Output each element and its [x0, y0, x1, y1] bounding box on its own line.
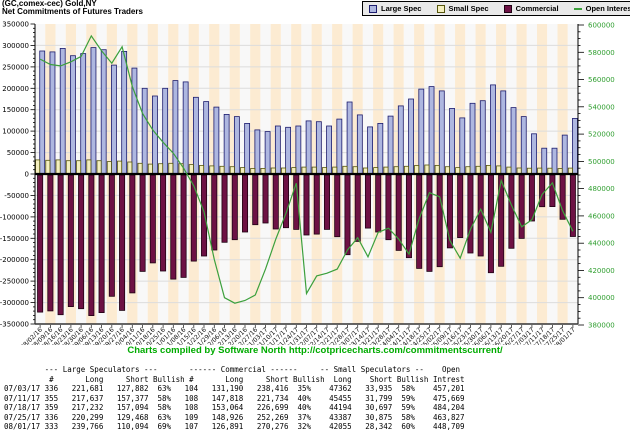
- svg-text:-300000: -300000: [0, 299, 29, 307]
- legend-item-small-spec: Small Spec: [437, 4, 489, 13]
- svg-text:540000: 540000: [588, 103, 615, 111]
- svg-text:460000: 460000: [588, 212, 615, 220]
- svg-text:250000: 250000: [2, 63, 29, 71]
- svg-text:300000: 300000: [2, 42, 29, 50]
- svg-text:150000: 150000: [2, 106, 29, 114]
- svg-text:350000: 350000: [2, 21, 29, 29]
- svg-text:500000: 500000: [588, 158, 615, 166]
- chart-title: (GC,comex-cec) Gold,NY Net Commitments o…: [2, 0, 143, 16]
- svg-text:600000: 600000: [588, 22, 615, 30]
- svg-text:50000: 50000: [7, 149, 29, 157]
- svg-text:-350000: -350000: [0, 321, 29, 329]
- svg-text:-100000: -100000: [0, 213, 29, 221]
- x-axis: [35, 324, 578, 328]
- small-spec-swatch-icon: [437, 5, 445, 13]
- svg-text:380000: 380000: [588, 322, 615, 330]
- svg-text:560000: 560000: [588, 76, 615, 84]
- legend-item-commercial: Commercial: [504, 4, 559, 13]
- legend-item-open-interest: Open Interest: [574, 4, 630, 13]
- svg-text:580000: 580000: [588, 49, 615, 57]
- commercial-swatch-icon: [504, 5, 512, 13]
- legend-item-large-spec: Large Spec: [369, 4, 421, 13]
- left-axis: -350000 -300000 -250000 -200000 -150000 -1000…: [0, 21, 35, 329]
- credits-caption: Charts compiled by Software North http:/…: [0, 345, 630, 356]
- large-spec-swatch-icon: [369, 5, 377, 13]
- svg-text:-250000: -250000: [0, 278, 29, 286]
- svg-text:0: 0: [25, 171, 29, 179]
- legend-label: Open Interest: [586, 4, 630, 13]
- legend-label: Small Spec: [449, 4, 489, 13]
- svg-text:100000: 100000: [2, 128, 29, 136]
- svg-text:480000: 480000: [588, 185, 615, 193]
- svg-text:-200000: -200000: [0, 256, 29, 264]
- svg-text:400000: 400000: [588, 294, 615, 302]
- legend-label: Commercial: [516, 4, 559, 13]
- legend: Large Spec Small Spec Commercial Open Inter…: [362, 1, 630, 16]
- cot-data-table: --- Large Speculators --- ------ Commerc…: [4, 365, 465, 432]
- svg-text:520000: 520000: [588, 131, 615, 139]
- open-interest-swatch-icon: [574, 8, 582, 10]
- svg-text:-150000: -150000: [0, 235, 29, 243]
- legend-label: Large Spec: [381, 4, 421, 13]
- svg-text:440000: 440000: [588, 240, 615, 248]
- svg-text:-50000: -50000: [4, 192, 29, 200]
- cot-chart-page: -350000 -300000 -250000 -200000 -150000 -1000…: [0, 0, 630, 434]
- right-axis: 380000 400000 420000 440000 460000 480000 5000…: [578, 22, 615, 330]
- cot-chart: -350000 -300000 -250000 -200000 -150000 -1000…: [0, 0, 630, 345]
- chart-title-line2: Net Commitments of Futures Traders: [2, 7, 143, 16]
- svg-text:420000: 420000: [588, 267, 615, 275]
- svg-text:200000: 200000: [2, 85, 29, 93]
- x-axis-date-labels: 08/02/1608/09/1608/16/1608/23/1608/30/16…: [19, 326, 576, 345]
